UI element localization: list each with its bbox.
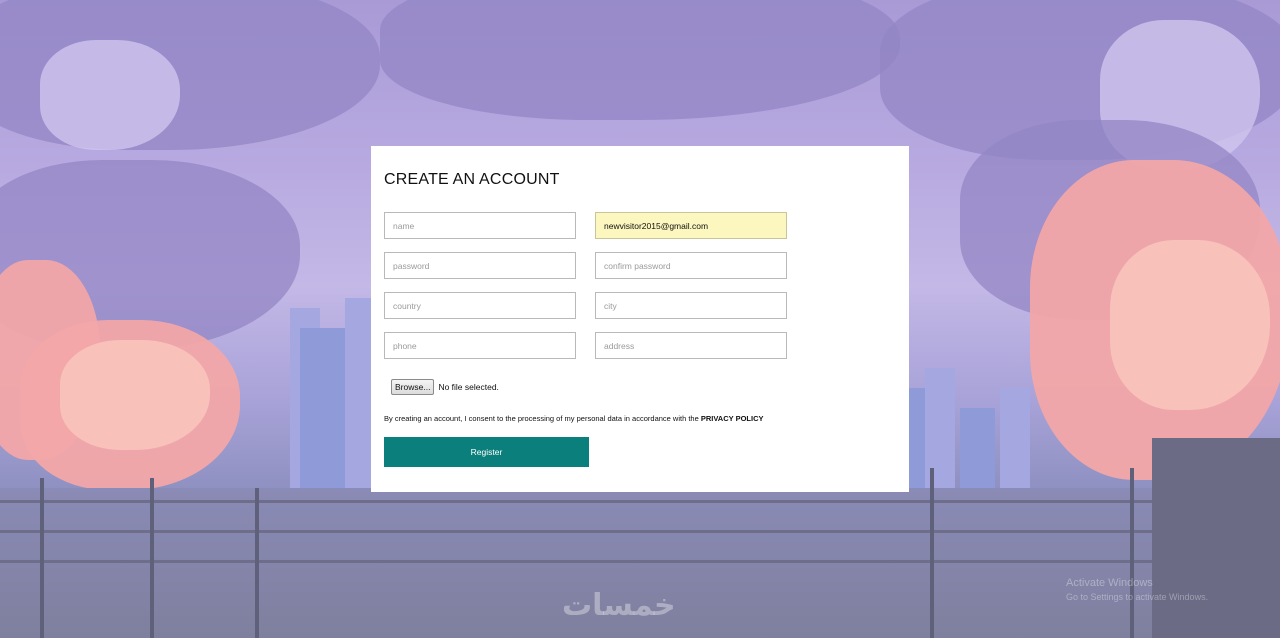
password-input[interactable] — [384, 252, 576, 279]
file-status: No file selected. — [438, 382, 499, 392]
city-input[interactable] — [595, 292, 787, 319]
browse-button[interactable]: Browse... — [391, 379, 435, 395]
activate-windows-watermark: Activate Windows Go to Settings to activ… — [1066, 576, 1208, 604]
registration-card: CREATE AN ACCOUNT Browse... No file sele… — [371, 146, 909, 492]
activate-windows-subtitle: Go to Settings to activate Windows. — [1066, 592, 1209, 602]
phone-input[interactable] — [384, 332, 576, 359]
country-input[interactable] — [384, 292, 576, 319]
register-button[interactable]: Register — [384, 437, 589, 467]
consent-text: By creating an account, I consent to the… — [384, 414, 764, 423]
privacy-policy-link[interactable]: PRIVACY POLICY — [701, 414, 764, 423]
email-input[interactable] — [595, 212, 787, 239]
consent-label: By creating an account, I consent to the… — [384, 414, 699, 423]
file-upload: Browse... No file selected. — [391, 379, 499, 395]
activate-windows-title: Activate Windows — [1066, 577, 1153, 589]
confirm-password-input[interactable] — [595, 252, 787, 279]
form-title: CREATE AN ACCOUNT — [384, 171, 560, 188]
watermark-logo: خمسات — [562, 588, 676, 623]
name-input[interactable] — [384, 212, 576, 239]
address-input[interactable] — [595, 332, 787, 359]
